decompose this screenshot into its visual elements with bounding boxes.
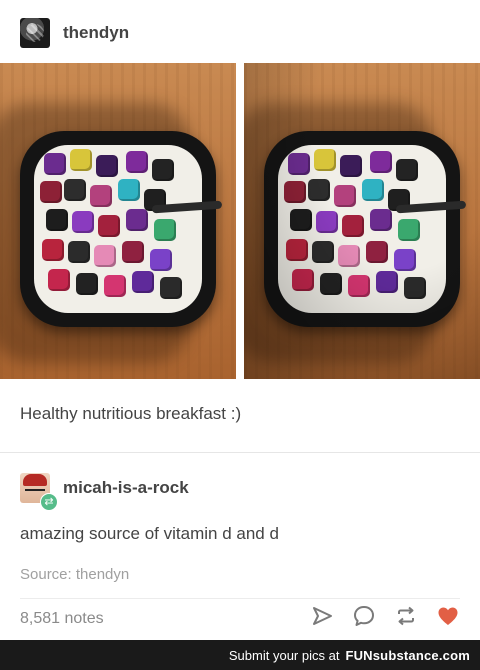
watermark-brand[interactable]: FUNsubstance.com	[345, 648, 470, 663]
watermark-text: Submit your pics at	[228, 647, 340, 663]
avatar[interactable]: ⇄	[20, 473, 58, 511]
divider	[0, 452, 480, 453]
paper-plane-icon[interactable]	[310, 604, 334, 628]
notes-count[interactable]: 8,581 notes	[20, 610, 104, 628]
post-author[interactable]: thendyn	[63, 23, 129, 43]
post-header: thendyn	[20, 16, 129, 50]
reblog-header: ⇄ micah-is-a-rock	[20, 470, 189, 511]
photo-dice-bowl-right[interactable]	[244, 63, 480, 379]
photo-vignette	[244, 63, 480, 379]
reblog-author[interactable]: micah-is-a-rock	[63, 478, 189, 498]
bowl-image	[20, 131, 223, 327]
source-link[interactable]: Source: thendyn	[20, 566, 129, 583]
post-actions	[310, 604, 460, 628]
heart-icon[interactable]	[436, 604, 460, 628]
avatar[interactable]	[20, 18, 50, 48]
post-caption: Healthy nutritious breakfast :)	[20, 404, 242, 423]
reblog-comment: amazing source of vitamin d and d	[20, 524, 279, 543]
milk-with-dice	[34, 145, 202, 313]
tumblr-post: thendyn Healthy nutritious breakfast:) …	[0, 0, 480, 640]
divider	[20, 598, 460, 599]
reblog-badge-icon: ⇄	[40, 493, 58, 511]
photo-dice-bowl-left[interactable]	[0, 63, 236, 379]
site-watermark-bar: Submit your pics at FUNsubstance.com	[0, 640, 480, 670]
speech-bubble-icon[interactable]	[352, 604, 376, 628]
reblog-arrows-icon[interactable]	[394, 604, 418, 628]
photoset	[0, 63, 480, 379]
